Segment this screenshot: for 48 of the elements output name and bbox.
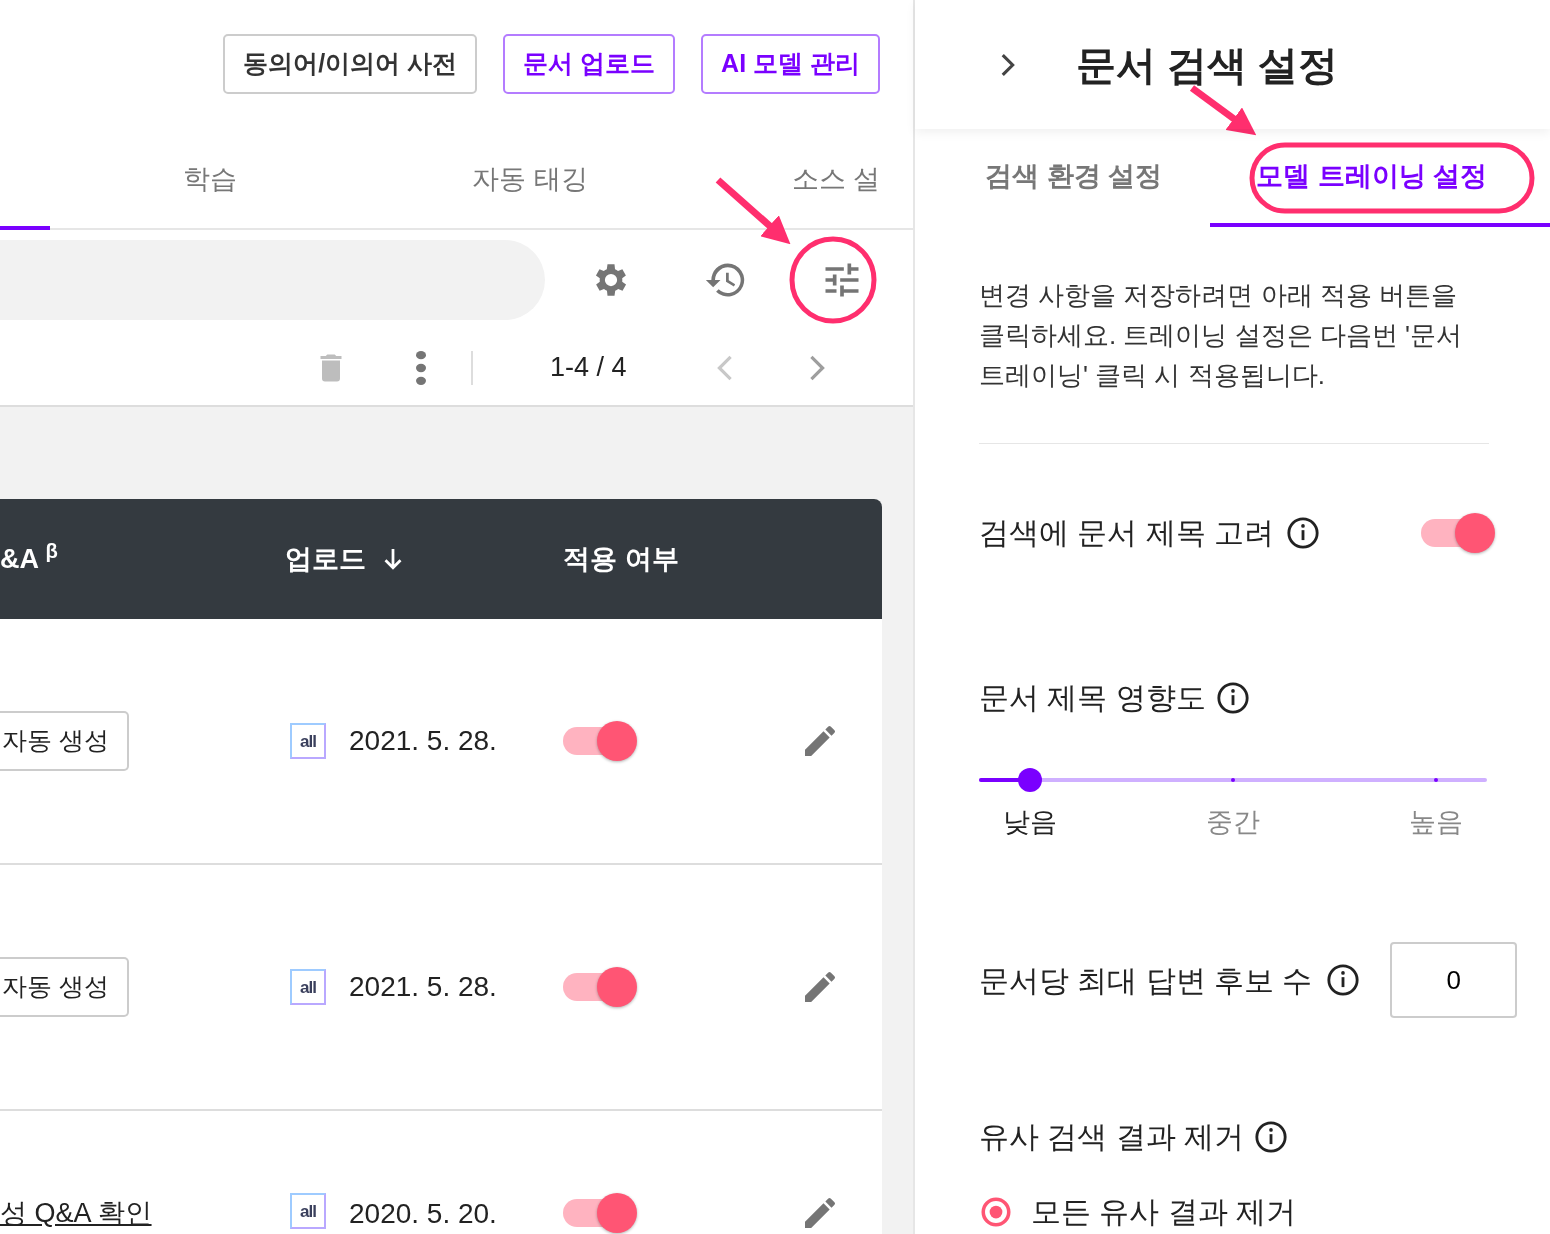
upload-date: 2021. 5. 28. <box>349 724 497 758</box>
step-label: 낮음 <box>1002 806 1057 840</box>
arrow-annotation <box>1189 85 1257 136</box>
setting-label: 검색에 문서 제목 고려 <box>979 515 1274 552</box>
column-header[interactable]: 업로드 <box>285 538 408 580</box>
source-logo: all <box>290 1193 326 1229</box>
source-logo: all <box>290 969 326 1005</box>
step-label: 높음 <box>1409 806 1464 840</box>
toolbar-button[interactable]: AI 모델 관리 <box>701 34 880 94</box>
panel-title: 문서 검색 설정 <box>1076 41 1339 89</box>
chevron-right-icon <box>808 353 825 382</box>
tab[interactable]: 자동 태깅 <box>472 158 588 200</box>
notice-text: 변경 사항을 저장하려면 아래 적용 버튼을 클릭하세요. 트레이닝 설정은 다음번 '문서 트레이닝' 클릭 시 적용됩니다. <box>979 275 1489 445</box>
toggle-switch[interactable] <box>1421 512 1495 553</box>
qa-link[interactable]: 성 Q&A 확인 <box>0 1193 152 1234</box>
page-range: 1-4 / 4 <box>550 351 627 385</box>
upload-date: 2021. 5. 28. <box>349 970 497 1004</box>
toggle-switch[interactable] <box>563 1193 637 1233</box>
next-page-button[interactable] <box>808 353 825 382</box>
setting-label: 유사 검색 결과 제거 <box>979 1119 1244 1155</box>
toolbar-button[interactable]: 동의어/이의어 사전 <box>223 34 478 94</box>
column-header[interactable]: 적용 여부 <box>563 538 679 580</box>
info-icon <box>1326 963 1361 997</box>
generate-button[interactable]: 자동 생성 <box>0 711 129 771</box>
setting-label: 문서 제목 영향도 <box>979 680 1206 717</box>
number-field[interactable]: 0 <box>1390 942 1518 1018</box>
toggle-switch[interactable] <box>563 967 637 1007</box>
tab[interactable]: 검색 환경 설정 <box>955 129 1192 228</box>
tab[interactable]: 학습 <box>183 158 237 200</box>
step-label: 중간 <box>1206 806 1260 840</box>
info-icon <box>1286 515 1320 550</box>
tab[interactable]: 모델 트레이닝 설정 <box>1210 129 1550 228</box>
slider-thumb[interactable] <box>1017 768 1042 793</box>
setting-label: 문서당 최대 답변 후보 수 <box>979 962 1313 999</box>
option-label: 모든 유사 결과 제거 <box>1031 1194 1296 1230</box>
more-icon <box>416 350 426 385</box>
info-icon <box>1254 1119 1288 1154</box>
tab[interactable]: 소스 설 <box>791 158 881 200</box>
toolbar-button[interactable]: 문서 업로드 <box>503 34 676 94</box>
chevron-left-icon <box>716 353 733 382</box>
more-button[interactable] <box>416 350 426 385</box>
generate-button[interactable]: 자동 생성 <box>0 957 129 1017</box>
column-header[interactable]: &A $^{β}$ <box>0 538 58 580</box>
toggle-switch[interactable] <box>563 721 637 761</box>
slider-track[interactable] <box>979 768 1487 793</box>
source-logo: all <box>290 723 326 759</box>
info-icon <box>1215 680 1250 715</box>
upload-date: 2020. 5. 20. <box>349 1197 497 1231</box>
